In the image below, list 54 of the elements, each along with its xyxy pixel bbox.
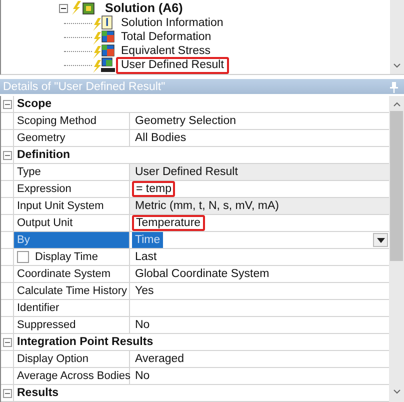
property-value: Last — [134, 250, 158, 265]
property-name: Calculate Time History — [17, 285, 128, 297]
property-value: No — [134, 318, 151, 333]
tree-item[interactable]: User Defined Result — [116, 56, 229, 74]
collapse-toggle[interactable] — [2, 150, 12, 160]
property-name: Geometry — [17, 132, 66, 144]
property-name: Display Option — [17, 353, 89, 365]
dropdown-button[interactable] — [373, 233, 388, 247]
caret-icon — [376, 238, 384, 242]
property-value: No — [134, 369, 151, 384]
scroll-down-icon[interactable] — [393, 63, 401, 68]
property-name: Expression — [17, 183, 72, 195]
group-heading: Results — [13, 385, 59, 401]
bolt-cube-icon — [92, 29, 116, 45]
property-value[interactable]: Time — [132, 232, 164, 248]
scroll-down-icon[interactable] — [392, 389, 400, 394]
scroll-up-icon[interactable] — [392, 102, 400, 107]
bolt-cube-icon — [92, 43, 116, 59]
property-name: Input Unit System — [17, 200, 104, 212]
checkbox[interactable] — [17, 251, 29, 263]
scroll-thumb[interactable] — [390, 111, 403, 261]
property-name: Coordinate System — [17, 268, 111, 280]
property-value: Yes — [134, 284, 155, 299]
group-heading: Scope — [13, 96, 52, 112]
property-name: Output Unit — [17, 217, 73, 229]
property-value: Temperature — [132, 215, 205, 231]
tree-item[interactable]: Total Deformation — [116, 28, 216, 46]
scrollbar[interactable] — [390, 0, 404, 74]
collapse-toggle[interactable] — [59, 4, 68, 12]
property-name: Average Across Bodies — [17, 370, 131, 382]
collapse-toggle[interactable] — [2, 338, 12, 346]
property-value: Geometry Selection — [134, 114, 237, 129]
property-name: Display Time — [35, 251, 98, 263]
property-value: Metric (mm, t, N, s, mV, mA) — [134, 199, 280, 214]
collapse-toggle[interactable] — [2, 100, 12, 108]
group-heading: Integration Point Results — [13, 334, 154, 350]
bolt-user-icon — [92, 57, 116, 73]
property-value: Global Coordinate System — [134, 267, 270, 282]
property-value: = temp — [132, 181, 176, 197]
panel-title: Details of "User Defined Result" — [3, 80, 166, 93]
collapse-toggle[interactable] — [2, 388, 12, 398]
property-name: Type — [17, 166, 41, 178]
property-name: By — [17, 234, 30, 246]
tree-item[interactable]: Equivalent Stress — [116, 42, 216, 60]
property-value: All Bodies — [134, 131, 188, 146]
property-name: Scoping Method — [17, 115, 96, 127]
group-heading: Definition — [13, 147, 70, 163]
tree-item[interactable]: Solution Information — [116, 14, 228, 32]
tree-item[interactable]: Solution (A6) — [100, 0, 188, 16]
property-name: Identifier — [17, 302, 60, 314]
property-value: Averaged — [134, 352, 186, 367]
property-value: User Defined Result — [134, 165, 239, 180]
scrollbar[interactable] — [389, 96, 404, 402]
property-name: Suppressed — [17, 319, 76, 331]
